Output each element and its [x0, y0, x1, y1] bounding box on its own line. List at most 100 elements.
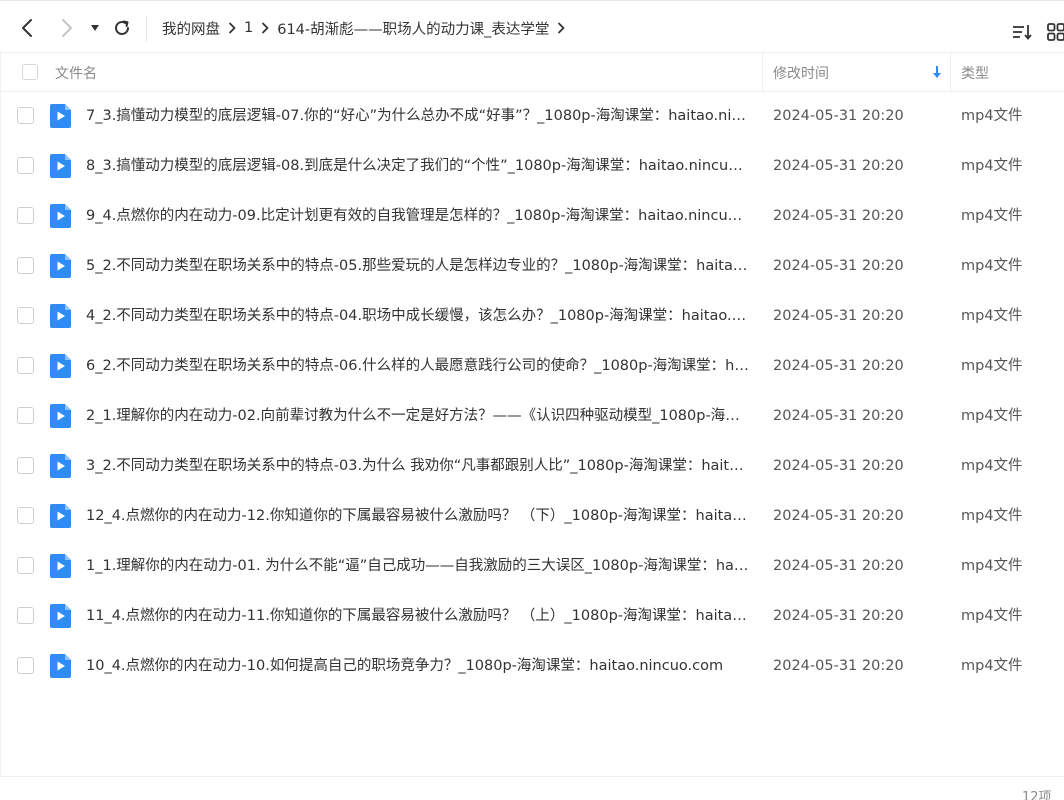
view-toggle-button[interactable] [1044, 20, 1064, 44]
refresh-button[interactable] [108, 14, 136, 42]
file-type: mp4文件 [961, 508, 1023, 524]
sort-list-icon [1013, 25, 1032, 40]
row-checkbox[interactable] [17, 407, 34, 424]
arrow-down-icon[interactable] [930, 64, 944, 80]
chevron-right-icon [220, 22, 244, 34]
row-checkbox[interactable] [17, 157, 34, 174]
file-row[interactable]: 2_1.理解你的内在动力-02.向前辈讨教为什么不一定是好方法？——《认识四种驱… [0, 391, 1064, 441]
file-type: mp4文件 [961, 408, 1023, 424]
file-type: mp4文件 [961, 108, 1023, 124]
file-row[interactable]: 8_3.搞懂动力模型的底层逻辑-08.到底是什么决定了我们的“个性”_1080p… [0, 141, 1064, 191]
video-file-icon [50, 504, 71, 528]
file-row[interactable]: 4_2.不同动力类型在职场关系中的特点-04.职场中成长缓慢，该怎么办？_108… [0, 291, 1064, 341]
chevron-right-icon [253, 22, 277, 34]
file-row[interactable]: 9_4.点燃你的内在动力-09.比定计划更有效的自我管理是怎样的？_1080p-… [0, 191, 1064, 241]
breadcrumb-item-root[interactable]: 我的网盘 [162, 18, 220, 39]
file-name[interactable]: 3_2.不同动力类型在职场关系中的特点-03.为什么 我劝你“凡事都跟别人比”_… [86, 456, 750, 476]
history-dropdown-button[interactable] [84, 14, 106, 42]
item-count: 12项 [1022, 790, 1052, 800]
file-name[interactable]: 7_3.搞懂动力模型的底层逻辑-07.你的“好心”为什么总办不成“好事”？_10… [86, 106, 750, 126]
video-file-icon [50, 104, 71, 128]
file-browser-window: 我的网盘 1 614-胡渐彪——职场人的动力课_表达学堂 文件名 修改时间 类型… [0, 0, 1064, 800]
row-checkbox[interactable] [17, 307, 34, 324]
row-checkbox[interactable] [17, 607, 34, 624]
file-modified-time: 2024-05-31 20:20 [773, 408, 904, 424]
file-modified-time: 2024-05-31 20:20 [773, 608, 904, 624]
column-header-type[interactable]: 类型 [961, 63, 989, 83]
row-checkbox[interactable] [17, 457, 34, 474]
table-header: 文件名 修改时间 类型 [0, 52, 1064, 92]
file-name[interactable]: 12_4.点燃你的内在动力-12.你知道你的下属最容易被什么激励吗？ （下）_1… [86, 506, 750, 526]
file-modified-time: 2024-05-31 20:20 [773, 108, 904, 124]
video-file-icon [50, 454, 71, 478]
row-checkbox[interactable] [17, 107, 34, 124]
file-modified-time: 2024-05-31 20:20 [773, 308, 904, 324]
file-name[interactable]: 8_3.搞懂动力模型的底层逻辑-08.到底是什么决定了我们的“个性”_1080p… [86, 156, 750, 176]
file-list: 7_3.搞懂动力模型的底层逻辑-07.你的“好心”为什么总办不成“好事”？_10… [0, 91, 1064, 691]
file-type: mp4文件 [961, 458, 1023, 474]
column-divider[interactable] [762, 53, 763, 91]
column-divider[interactable] [950, 53, 951, 91]
chevron-left-icon [22, 19, 32, 37]
video-file-icon [50, 154, 71, 178]
chevron-right-icon [549, 22, 573, 34]
file-name[interactable]: 10_4.点燃你的内在动力-10.如何提高自己的职场竞争力？_1080p-海淘课… [86, 656, 750, 676]
video-file-icon [50, 254, 71, 278]
file-type: mp4文件 [961, 258, 1023, 274]
file-name[interactable]: 5_2.不同动力类型在职场关系中的特点-05.那些爱玩的人是怎样边专业的？_10… [86, 256, 750, 276]
file-type: mp4文件 [961, 158, 1023, 174]
chevron-right-icon [62, 19, 72, 37]
sort-button[interactable] [1008, 20, 1036, 44]
file-row[interactable]: 6_2.不同动力类型在职场关系中的特点-06.什么样的人最愿意践行公司的使命？_… [0, 341, 1064, 391]
column-header-name[interactable]: 文件名 [55, 63, 97, 83]
breadcrumb-item-folder-1[interactable]: 1 [244, 20, 253, 36]
file-row[interactable]: 3_2.不同动力类型在职场关系中的特点-03.为什么 我劝你“凡事都跟别人比”_… [0, 441, 1064, 491]
file-type: mp4文件 [961, 558, 1023, 574]
file-name[interactable]: 9_4.点燃你的内在动力-09.比定计划更有效的自我管理是怎样的？_1080p-… [86, 206, 750, 226]
file-modified-time: 2024-05-31 20:20 [773, 508, 904, 524]
video-file-icon [50, 404, 71, 428]
video-file-icon [50, 204, 71, 228]
caret-down-icon [91, 25, 99, 31]
file-row[interactable]: 1_1.理解你的内在动力-01. 为什么不能“逼”自己成功——自我激励的三大误区… [0, 541, 1064, 591]
file-row[interactable]: 11_4.点燃你的内在动力-11.你知道你的下属最容易被什么激励吗？ （上）_1… [0, 591, 1064, 641]
file-modified-time: 2024-05-31 20:20 [773, 658, 904, 674]
file-type: mp4文件 [961, 658, 1023, 674]
video-file-icon [50, 554, 71, 578]
video-file-icon [50, 304, 71, 328]
video-file-icon [50, 354, 71, 378]
file-row[interactable]: 5_2.不同动力类型在职场关系中的特点-05.那些爱玩的人是怎样边专业的？_10… [0, 241, 1064, 291]
forward-button[interactable] [52, 14, 80, 42]
file-type: mp4文件 [961, 608, 1023, 624]
file-name[interactable]: 1_1.理解你的内在动力-01. 为什么不能“逼”自己成功——自我激励的三大误区… [86, 556, 750, 576]
file-modified-time: 2024-05-31 20:20 [773, 358, 904, 374]
file-row[interactable]: 12_4.点燃你的内在动力-12.你知道你的下属最容易被什么激励吗？ （下）_1… [0, 491, 1064, 541]
select-all-checkbox[interactable] [22, 64, 38, 80]
row-checkbox[interactable] [17, 207, 34, 224]
toolbar-divider [146, 16, 147, 42]
file-modified-time: 2024-05-31 20:20 [773, 158, 904, 174]
refresh-icon [115, 20, 129, 35]
breadcrumb: 我的网盘 1 614-胡渐彪——职场人的动力课_表达学堂 [162, 16, 573, 40]
row-checkbox[interactable] [17, 557, 34, 574]
status-bar: 12项 [0, 776, 1064, 800]
file-name[interactable]: 2_1.理解你的内在动力-02.向前辈讨教为什么不一定是好方法？——《认识四种驱… [86, 406, 750, 426]
file-row[interactable]: 7_3.搞懂动力模型的底层逻辑-07.你的“好心”为什么总办不成“好事”？_10… [0, 91, 1064, 141]
file-modified-time: 2024-05-31 20:20 [773, 458, 904, 474]
video-file-icon [50, 654, 71, 678]
breadcrumb-item-current[interactable]: 614-胡渐彪——职场人的动力课_表达学堂 [277, 18, 549, 39]
row-checkbox[interactable] [17, 257, 34, 274]
file-modified-time: 2024-05-31 20:20 [773, 258, 904, 274]
file-name[interactable]: 6_2.不同动力类型在职场关系中的特点-06.什么样的人最愿意践行公司的使命？_… [86, 356, 750, 376]
file-type: mp4文件 [961, 308, 1023, 324]
column-header-modified[interactable]: 修改时间 [773, 63, 829, 83]
row-checkbox[interactable] [17, 507, 34, 524]
row-checkbox[interactable] [17, 657, 34, 674]
grid-view-icon [1047, 23, 1064, 41]
file-name[interactable]: 4_2.不同动力类型在职场关系中的特点-04.职场中成长缓慢，该怎么办？_108… [86, 306, 750, 326]
back-button[interactable] [14, 14, 42, 42]
file-name[interactable]: 11_4.点燃你的内在动力-11.你知道你的下属最容易被什么激励吗？ （上）_1… [86, 606, 750, 626]
file-row[interactable]: 10_4.点燃你的内在动力-10.如何提高自己的职场竞争力？_1080p-海淘课… [0, 641, 1064, 691]
row-checkbox[interactable] [17, 357, 34, 374]
file-modified-time: 2024-05-31 20:20 [773, 208, 904, 224]
